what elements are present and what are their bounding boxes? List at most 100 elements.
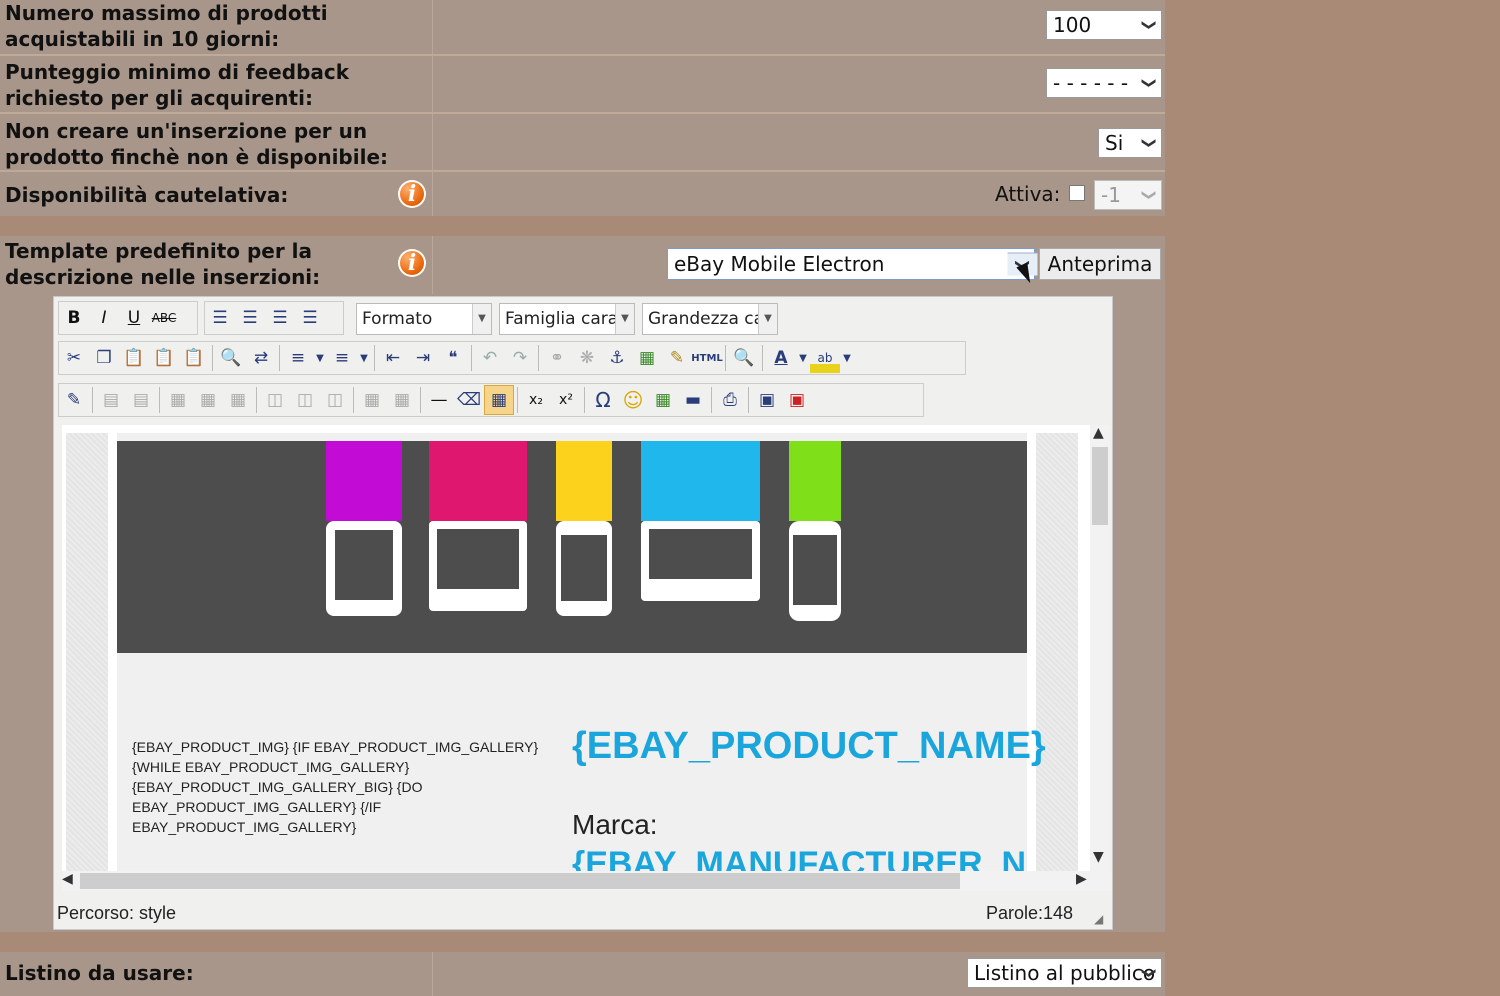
safety-stock-select[interactable]: -1 ❯ bbox=[1094, 180, 1162, 210]
subscript-icon[interactable]: x₂ bbox=[521, 385, 551, 415]
edit-css-icon[interactable]: ✎ bbox=[59, 385, 89, 415]
chevron-down-icon: ❯ bbox=[1141, 77, 1158, 89]
advanced-hr-icon[interactable]: ▬ bbox=[678, 385, 708, 415]
info-icon[interactable]: i bbox=[398, 249, 426, 277]
html-icon[interactable]: HTML bbox=[691, 343, 723, 373]
merge-cells-icon[interactable]: ▦ bbox=[387, 385, 417, 415]
superscript-icon[interactable]: x² bbox=[551, 385, 581, 415]
insert-col-before-icon[interactable]: ◫ bbox=[260, 385, 290, 415]
info-icon[interactable]: i bbox=[398, 180, 426, 208]
horizontal-rule-icon[interactable]: — bbox=[424, 385, 454, 415]
preview-button[interactable]: Anteprima bbox=[1039, 248, 1161, 280]
pricelist-select[interactable]: Listino al pubblico ❯ bbox=[967, 958, 1162, 988]
chevron-down-icon: ▼ bbox=[758, 304, 777, 334]
underline-icon[interactable]: U bbox=[119, 303, 149, 333]
pdf-icon[interactable]: ▣ bbox=[782, 385, 812, 415]
paste-word-icon[interactable]: 📋 bbox=[179, 343, 209, 373]
format-dropdown[interactable]: Formato ▼ bbox=[356, 303, 492, 335]
preview-icon[interactable]: 🔍 bbox=[729, 343, 759, 373]
replace-icon[interactable]: ⇄ bbox=[246, 343, 276, 373]
cut-icon[interactable]: ✂ bbox=[59, 343, 89, 373]
safety-stock-label: Disponibilità cautelativa: bbox=[5, 183, 289, 207]
special-char-icon[interactable]: Ω bbox=[588, 385, 618, 415]
gallery-placeholder: {EBAY_PRODUCT_IMG} {IF EBAY_PRODUCT_IMG_… bbox=[132, 739, 539, 835]
safety-active-checkbox[interactable] bbox=[1069, 185, 1085, 201]
toolbar-separator bbox=[517, 387, 518, 413]
insert-row-after-icon[interactable]: ▦ bbox=[193, 385, 223, 415]
resize-handle-icon[interactable]: ◢ bbox=[1094, 903, 1103, 935]
toolbar-separator bbox=[374, 345, 375, 371]
insert-col-after-icon[interactable]: ◫ bbox=[290, 385, 320, 415]
cell-props-icon[interactable]: ▤ bbox=[126, 385, 156, 415]
no-listing-select[interactable]: Si ❯ bbox=[1098, 128, 1162, 158]
max-products-select[interactable]: 100 ❯ bbox=[1046, 10, 1162, 40]
paste-text-icon[interactable]: 📋 bbox=[149, 343, 179, 373]
indent-icon[interactable]: ⇥ bbox=[408, 343, 438, 373]
chevron-down-icon[interactable]: ▼ bbox=[796, 343, 810, 373]
image-icon[interactable]: ▦ bbox=[632, 343, 662, 373]
scroll-right-icon[interactable]: ▶ bbox=[1076, 871, 1087, 887]
font-size-dropdown[interactable]: Grandezza cara ▼ bbox=[642, 303, 778, 335]
toolbar-separator bbox=[584, 387, 585, 413]
remove-format-icon[interactable]: ⌫ bbox=[454, 385, 484, 415]
tablet-icon bbox=[326, 521, 402, 616]
font-family-dropdown[interactable]: Famiglia caratt ▼ bbox=[499, 303, 635, 335]
toolbar-edit: ✂ ❐ 📋 📋 📋 🔍 ⇄ ≡ ▼ ≡ ▼ ⇤ ⇥ ❝ ↶ ↷ ⚭ ❋ ⚓ ▦ … bbox=[58, 341, 966, 375]
chevron-down-icon[interactable]: ▼ bbox=[357, 343, 371, 373]
media-icon[interactable]: ▦ bbox=[648, 385, 678, 415]
copy-icon[interactable]: ❐ bbox=[89, 343, 119, 373]
editor-content[interactable]: {EBAY_PRODUCT_IMG} {IF EBAY_PRODUCT_IMG_… bbox=[62, 425, 1094, 871]
bold-icon[interactable]: B bbox=[59, 303, 89, 333]
italic-icon[interactable]: I bbox=[89, 303, 119, 333]
split-cells-icon[interactable]: ▦ bbox=[357, 385, 387, 415]
align-center-icon[interactable]: ☰ bbox=[235, 303, 265, 333]
chevron-down-icon[interactable]: ▼ bbox=[313, 343, 327, 373]
blockquote-icon[interactable]: ❝ bbox=[438, 343, 468, 373]
align-right-icon[interactable]: ☰ bbox=[265, 303, 295, 333]
phone-icon bbox=[556, 521, 612, 616]
scroll-down-icon[interactable]: ▼ bbox=[1093, 849, 1104, 865]
anchor-icon[interactable]: ⚓ bbox=[602, 343, 632, 373]
delete-col-icon[interactable]: ◫ bbox=[320, 385, 350, 415]
android-phone-icon bbox=[789, 521, 841, 621]
row-props-icon[interactable]: ▤ bbox=[96, 385, 126, 415]
align-left-icon[interactable]: ☰ bbox=[205, 303, 235, 333]
text-color-icon[interactable]: A bbox=[766, 343, 796, 373]
banner-bar-yellow bbox=[556, 441, 612, 521]
print-icon[interactable]: ⎙ bbox=[715, 385, 745, 415]
horizontal-scroll-thumb[interactable] bbox=[80, 873, 960, 889]
vertical-scroll-thumb[interactable] bbox=[1092, 447, 1108, 525]
table-icon[interactable]: ▦ bbox=[484, 385, 514, 415]
bullet-list-icon[interactable]: ≡ bbox=[283, 343, 313, 373]
undo-icon[interactable]: ↶ bbox=[475, 343, 505, 373]
link-icon[interactable]: ⚭ bbox=[542, 343, 572, 373]
fullscreen-icon[interactable]: ▣ bbox=[752, 385, 782, 415]
outdent-icon[interactable]: ⇤ bbox=[378, 343, 408, 373]
horizontal-scrollbar[interactable]: ◀ ▶ bbox=[62, 871, 1112, 891]
strikethrough-icon[interactable]: ABC bbox=[149, 303, 179, 333]
highlight-icon[interactable]: ab bbox=[810, 343, 840, 373]
emoticon-icon[interactable]: ☺ bbox=[618, 385, 648, 415]
safety-stock-value: -1 bbox=[1101, 183, 1121, 207]
safety-active-label: Attiva: bbox=[995, 182, 1061, 206]
min-feedback-select[interactable]: - - - - - - ❯ bbox=[1046, 68, 1162, 98]
insert-row-before-icon[interactable]: ▦ bbox=[163, 385, 193, 415]
unlink-icon[interactable]: ❋ bbox=[572, 343, 602, 373]
numbered-list-icon[interactable]: ≡ bbox=[327, 343, 357, 373]
toolbar-separator bbox=[353, 387, 354, 413]
chevron-down-icon[interactable]: ▼ bbox=[840, 343, 854, 373]
toolbar-separator bbox=[711, 387, 712, 413]
scroll-left-icon[interactable]: ◀ bbox=[62, 871, 73, 887]
scroll-up-icon[interactable]: ▲ bbox=[1093, 425, 1104, 441]
align-justify-icon[interactable]: ☰ bbox=[295, 303, 325, 333]
toolbar-insert: ✎ ▤ ▤ ▦ ▦ ▦ ◫ ◫ ◫ ▦ ▦ — ⌫ ▦ x₂ x² Ω ☺ ▦ … bbox=[58, 383, 924, 417]
find-icon[interactable]: 🔍 bbox=[216, 343, 246, 373]
delete-row-icon[interactable]: ▦ bbox=[223, 385, 253, 415]
vertical-scrollbar[interactable]: ▲ ▼ bbox=[1090, 425, 1110, 871]
template-select[interactable]: eBay Mobile Electron ❯ bbox=[667, 248, 1038, 280]
cleanup-icon[interactable]: ✎ bbox=[662, 343, 692, 373]
redo-icon[interactable]: ↷ bbox=[505, 343, 535, 373]
paste-icon[interactable]: 📋 bbox=[119, 343, 149, 373]
column-divider bbox=[432, 114, 433, 170]
template-value: eBay Mobile Electron bbox=[674, 252, 885, 276]
